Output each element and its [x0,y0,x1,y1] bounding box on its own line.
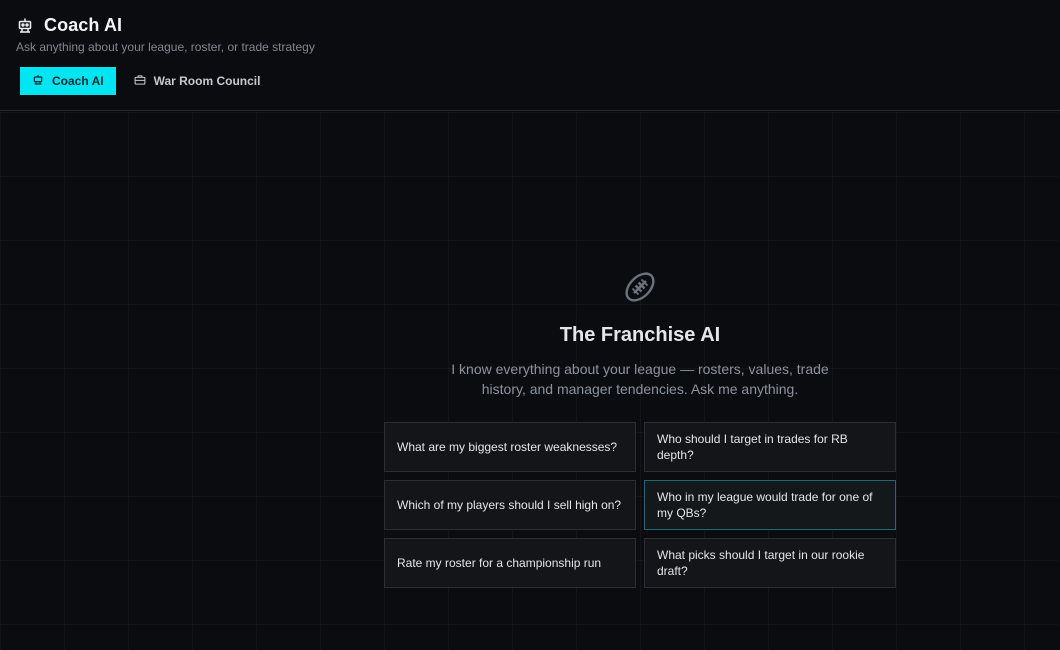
hero-title: The Franchise AI [559,324,721,346]
briefcase-icon [134,74,146,89]
tab-label: Coach AI [52,74,104,88]
suggested-prompt[interactable]: What picks should I target in our rookie… [644,538,896,588]
suggested-prompt[interactable]: Which of my players should I sell high o… [384,480,636,530]
football-icon [622,269,658,305]
suggested-prompt[interactable]: What are my biggest roster weaknesses? [384,422,636,472]
chat-area: The Franchise AI I know everything about… [0,112,1060,650]
tab-label: War Room Council [153,74,261,88]
tab-bar: Coach AI War Room Council [20,67,272,95]
page-title: Coach AI [44,15,123,35]
suggested-prompt[interactable]: Who should I target in trades for RB dep… [644,422,896,472]
title-row: Coach AI [16,15,122,36]
suggested-prompt[interactable]: Rate my roster for a championship run [384,538,636,588]
robot-icon [16,17,34,35]
suggested-prompts: What are my biggest roster weaknesses? W… [384,422,896,588]
tab-war-room-council[interactable]: War Room Council [122,67,273,95]
suggested-prompt[interactable]: Who in my league would trade for one of … [644,480,896,530]
tab-coach-ai[interactable]: Coach AI [20,67,116,95]
page-header: Coach AI Ask anything about your league,… [0,0,1060,111]
robot-icon [32,74,44,89]
hero-description: I know everything about your league — ro… [451,361,829,397]
page-subtitle: Ask anything about your league, roster, … [16,40,315,54]
